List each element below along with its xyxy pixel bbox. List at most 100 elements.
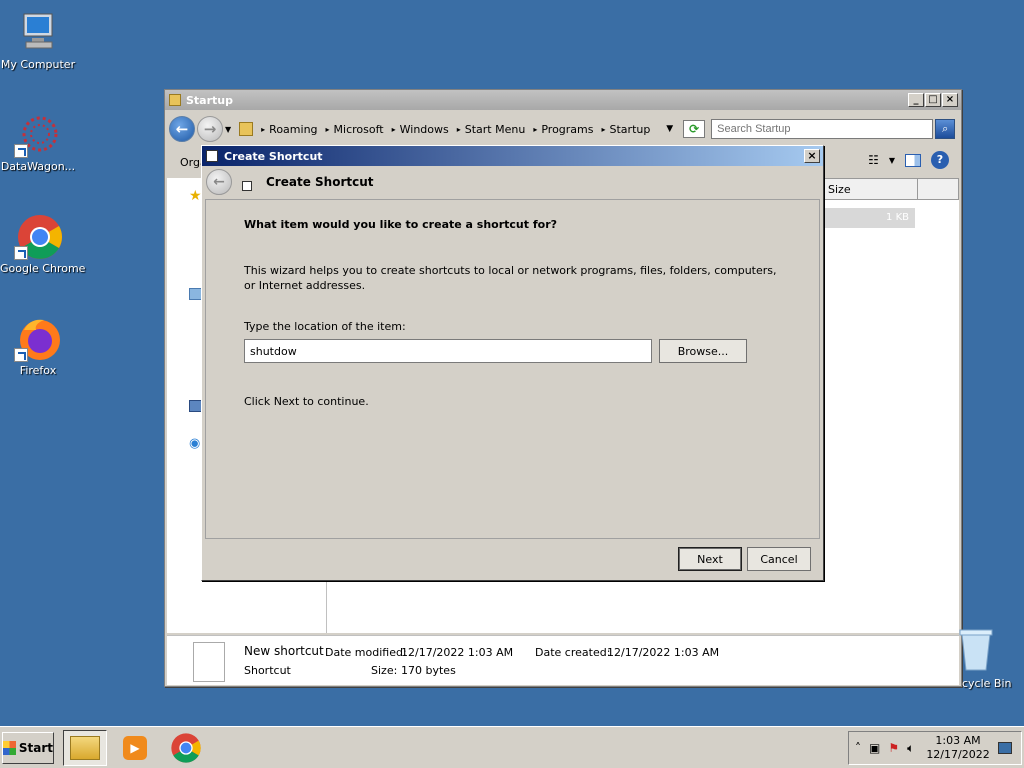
details-file-type: Shortcut — [244, 664, 291, 677]
recycle-bin-icon[interactable] — [956, 626, 1006, 676]
column-header: Size — [821, 178, 959, 200]
volume-icon[interactable]: 🔈︎ — [907, 741, 914, 756]
details-date-created: 12/17/2022 1:03 AM — [607, 646, 720, 659]
address-box[interactable]: ▸ Roaming ▸ Microsoft ▸ Windows ▸ Start … — [237, 118, 678, 140]
desktop-icon-google-chrome[interactable]: Google Chrome — [0, 212, 86, 275]
wizard-description: This wizard helps you to create shortcut… — [244, 264, 777, 292]
chrome-icon — [14, 212, 62, 260]
cancel-button[interactable]: Cancel — [747, 547, 811, 571]
close-button[interactable]: × — [804, 149, 820, 163]
next-button[interactable]: Next — [678, 547, 742, 571]
help-icon[interactable]: ? — [931, 151, 949, 169]
wizard-content: What item would you like to create a sho… — [205, 199, 820, 539]
views-icon[interactable]: ☷ — [868, 153, 879, 167]
breadcrumb-start-menu[interactable]: Start Menu — [465, 123, 526, 136]
details-date-modified-label: Date modified: — [325, 646, 407, 659]
browse-button[interactable]: Browse... — [659, 339, 747, 363]
chevron-right-icon[interactable]: ▸ — [533, 125, 537, 134]
details-size-label: Size: — [371, 664, 398, 677]
breadcrumb-microsoft[interactable]: Microsoft — [334, 123, 384, 136]
desktop-icon-label: Google Chrome — [0, 262, 86, 275]
desktop-icon-firefox[interactable]: Firefox — [0, 314, 76, 377]
wizard-header: ← Create Shortcut — [202, 166, 823, 198]
taskbar-chrome[interactable] — [164, 730, 208, 766]
start-label: Start — [18, 741, 53, 755]
desktop-icon-my-computer[interactable]: My Computer — [0, 8, 76, 71]
chevron-right-icon[interactable]: ▸ — [602, 125, 606, 134]
shortcut-arrow-icon — [14, 144, 28, 158]
location-input[interactable] — [244, 339, 652, 363]
forward-button[interactable]: → — [197, 116, 223, 142]
wizard-question: What item would you like to create a sho… — [244, 218, 558, 231]
breadcrumb-startup[interactable]: Startup — [610, 123, 651, 136]
computer-icon — [14, 8, 62, 56]
details-date-created-label: Date created: — [535, 646, 611, 659]
chevron-right-icon[interactable]: ▸ — [326, 125, 330, 134]
chevron-down-icon[interactable]: ▼ — [666, 124, 673, 134]
explorer-titlebar[interactable]: Startup _ □ × — [165, 90, 961, 110]
window-title: Startup — [186, 93, 233, 107]
datawagon-icon — [14, 110, 62, 158]
folder-icon — [70, 736, 100, 760]
shortcut-arrow-icon — [14, 246, 28, 260]
preview-pane-icon[interactable] — [905, 153, 921, 167]
refresh-icon[interactable]: ⟳ — [683, 120, 706, 138]
desktop-icon-label: Firefox — [19, 364, 57, 377]
shortcut-arrow-icon — [14, 348, 28, 362]
dialog-titlebar[interactable]: Create Shortcut × — [202, 146, 823, 166]
system-tray: ˄ ▣ ⚑ 🔈︎ 1:03 AM 12/17/2022 — [848, 731, 1022, 765]
favorites-icon[interactable]: ★ — [189, 188, 202, 204]
breadcrumb-roaming[interactable]: Roaming — [269, 123, 317, 136]
shortcut-icon — [242, 181, 252, 191]
details-file-name: New shortcut — [244, 644, 324, 658]
chrome-icon — [171, 733, 201, 763]
shortcut-icon — [206, 150, 218, 162]
chevron-right-icon[interactable]: ▸ — [457, 125, 461, 134]
location-label: Type the location of the item: — [244, 320, 406, 333]
clock[interactable]: 1:03 AM 12/17/2022 — [926, 734, 989, 762]
show-hidden-icons-icon[interactable]: ˄ — [855, 741, 861, 755]
clock-time: 1:03 AM — [935, 734, 981, 747]
minimize-button[interactable]: _ — [908, 93, 924, 107]
file-size-cell: 1 KB — [823, 208, 915, 228]
create-shortcut-dialog: Create Shortcut × ← Create Shortcut What… — [201, 145, 824, 581]
breadcrumb-windows[interactable]: Windows — [400, 123, 449, 136]
network-icon[interactable]: ◉ — [189, 436, 200, 451]
action-center-icon[interactable]: ⚑ — [888, 741, 899, 755]
chevron-right-icon[interactable]: ▸ — [392, 125, 396, 134]
breadcrumb-programs[interactable]: Programs — [541, 123, 593, 136]
desktop-icon-label: My Computer — [0, 58, 76, 71]
search-input[interactable] — [711, 119, 934, 139]
maximize-button[interactable]: □ — [925, 93, 941, 107]
search-icon[interactable]: ⌕ — [935, 119, 956, 139]
close-button[interactable]: × — [942, 93, 958, 107]
chevron-down-icon[interactable]: ▼ — [889, 156, 895, 165]
recycle-bin-label: cycle Bin — [962, 677, 1012, 690]
column-size[interactable]: Size — [822, 179, 918, 199]
start-button[interactable]: Start — [2, 732, 54, 764]
windows-logo-icon — [3, 741, 16, 755]
dialog-title: Create Shortcut — [224, 149, 323, 163]
details-size: 170 bytes — [401, 664, 456, 677]
address-bar-row: ← → ▼ ▸ Roaming ▸ Microsoft ▸ Windows ▸ … — [169, 114, 959, 144]
back-button[interactable]: ← — [169, 116, 195, 142]
chevron-right-icon[interactable]: ▸ — [261, 125, 265, 134]
desktop-icon-label: DataWagon... — [0, 160, 76, 173]
taskbar-explorer[interactable] — [63, 730, 107, 766]
wizard-header-title: Create Shortcut — [266, 175, 374, 189]
shortcut-file-icon — [193, 642, 225, 682]
continue-hint: Click Next to continue. — [244, 395, 369, 408]
details-date-modified: 12/17/2022 1:03 AM — [401, 646, 514, 659]
show-desktop-icon[interactable] — [997, 742, 1012, 754]
media-player-icon: ▶ — [123, 736, 147, 760]
chevron-down-icon[interactable]: ▼ — [225, 125, 231, 134]
details-pane: New shortcut Shortcut Date modified: 12/… — [167, 635, 959, 685]
firefox-icon — [14, 314, 62, 362]
back-button[interactable]: ← — [206, 169, 232, 195]
folder-icon — [239, 122, 254, 136]
taskbar: Start ▶ ˄ ▣ ⚑ 🔈︎ 1:03 AM 12/17/2022 — [0, 726, 1024, 768]
desktop-icon-datawagon[interactable]: DataWagon... — [0, 110, 76, 173]
clock-date: 12/17/2022 — [926, 748, 990, 761]
network-icon[interactable]: ▣ — [869, 741, 880, 755]
taskbar-media-player[interactable]: ▶ — [113, 730, 157, 766]
